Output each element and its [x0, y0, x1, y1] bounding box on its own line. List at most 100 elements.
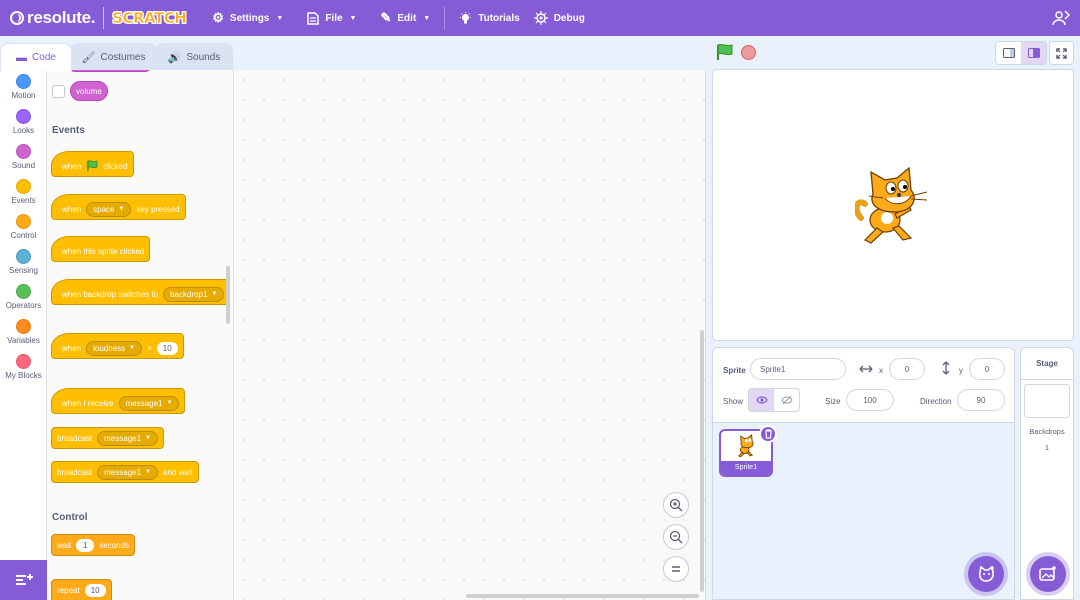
message-dropdown[interactable]: message1 ▼: [118, 395, 180, 411]
category-label: Sensing: [9, 266, 38, 275]
block-text: repeat: [57, 585, 80, 595]
when-sprite-clicked-block[interactable]: when this sprite clicked: [51, 236, 151, 262]
volume-reporter-block[interactable]: volume: [70, 81, 108, 101]
when-flag-clicked-block[interactable]: when clicked: [51, 151, 134, 177]
variables-color-icon: [16, 319, 31, 334]
when-key-pressed-block[interactable]: when space ▼ key pressed: [51, 194, 186, 220]
block-text: when: [62, 343, 82, 353]
when-backdrop-switches-block[interactable]: when backdrop switches to backdrop1 ▼: [51, 279, 231, 305]
debug-label: Debug: [553, 12, 585, 24]
brush-icon: 🖌: [81, 51, 96, 64]
y-input[interactable]: 0: [969, 358, 1005, 380]
hide-sprite-button[interactable]: [774, 389, 799, 411]
palette-scrollbar[interactable]: [226, 266, 230, 324]
choose-sprite-button[interactable]: [968, 556, 1004, 592]
tab-sounds[interactable]: 🔊 Sounds: [155, 43, 233, 70]
tab-code[interactable]: ▬ Code: [0, 43, 72, 71]
block-text: key pressed: [136, 204, 180, 214]
file-menu[interactable]: File ▼: [295, 0, 368, 36]
category-label: Operators: [5, 301, 42, 310]
backdrop-dropdown[interactable]: backdrop1 ▼: [163, 286, 225, 302]
category-looks[interactable]: Looks: [0, 109, 47, 135]
sprite-thumbnail-name: Sprite1: [721, 461, 771, 475]
fullscreen-button[interactable]: [1049, 41, 1074, 65]
zoom-in-button[interactable]: [663, 492, 689, 518]
chevron-down-icon: ▼: [423, 14, 431, 22]
wait-block[interactable]: wait 1 seconds: [51, 534, 136, 556]
account-icon[interactable]: [1052, 9, 1070, 27]
chevron-down-icon: ▼: [129, 345, 136, 351]
operators-color-icon: [16, 284, 31, 299]
category-label: Sound: [11, 161, 36, 170]
tab-sounds-label: Sounds: [186, 51, 221, 63]
repeat-input[interactable]: 10: [84, 583, 106, 597]
gear-icon: ⚙: [212, 10, 224, 25]
category-my-blocks[interactable]: My Blocks: [0, 354, 47, 380]
show-sprite-button[interactable]: [749, 389, 774, 411]
zoom-reset-button[interactable]: [663, 556, 689, 582]
add-backdrop-icon: [1039, 566, 1056, 581]
category-motion[interactable]: Motion: [0, 74, 47, 100]
loudness-dropdown[interactable]: loudness ▼: [86, 340, 143, 356]
delete-sprite-button[interactable]: [759, 425, 777, 443]
events-section-title: Events: [52, 125, 85, 136]
zoom-out-button[interactable]: [663, 524, 689, 550]
sprite-name-input[interactable]: Sprite1: [750, 358, 846, 380]
loudness-input[interactable]: 10: [156, 341, 178, 355]
extension-icon: [15, 574, 33, 585]
script-workspace[interactable]: [234, 70, 706, 600]
my-blocks-color-icon: [16, 354, 31, 369]
category-control[interactable]: Control: [0, 214, 47, 240]
green-flag-button[interactable]: [716, 44, 734, 61]
workspace-vertical-scrollbar[interactable]: [700, 330, 704, 592]
large-stage-button[interactable]: [1021, 42, 1046, 64]
dropdown-value: message1: [104, 433, 142, 443]
message-dropdown[interactable]: message1 ▼: [97, 464, 159, 480]
category-variables[interactable]: Variables: [0, 319, 47, 345]
add-extension-button[interactable]: [0, 560, 47, 600]
debug-button[interactable]: Debug: [532, 0, 597, 36]
message-dropdown[interactable]: message1 ▼: [97, 430, 159, 446]
lightbulb-icon: [460, 11, 472, 23]
key-dropdown[interactable]: space ▼: [86, 201, 132, 217]
tab-costumes[interactable]: 🖌 Costumes: [70, 43, 157, 70]
repeat-block[interactable]: repeat 10: [51, 579, 112, 600]
dropdown-value: message1: [125, 398, 163, 408]
small-stage-button[interactable]: [996, 42, 1021, 64]
broadcast-block[interactable]: broadcast message1 ▼: [51, 427, 165, 449]
size-input[interactable]: 100: [846, 389, 894, 411]
resolute-logo[interactable]: resolute.: [10, 8, 95, 28]
control-section-title: Control: [52, 512, 88, 523]
when-loudness-block[interactable]: when loudness ▼ > 10: [51, 333, 184, 359]
eye-slash-icon: [780, 395, 793, 405]
file-icon: [307, 11, 320, 25]
broadcast-and-wait-block[interactable]: broadcast message1 ▼ and wait: [51, 461, 199, 483]
x-input[interactable]: 0: [889, 358, 925, 380]
stop-button[interactable]: [741, 45, 756, 60]
category-events[interactable]: Events: [0, 179, 47, 205]
chevron-down-icon: ▼: [276, 14, 284, 22]
stage-thumbnail[interactable]: [1024, 384, 1070, 418]
volume-checkbox[interactable]: [52, 85, 65, 98]
choose-backdrop-button[interactable]: [1030, 556, 1066, 592]
edit-menu[interactable]: ✎ Edit ▼: [368, 0, 442, 36]
tutorials-button[interactable]: Tutorials: [447, 0, 531, 36]
vertical-arrows-icon: [942, 361, 950, 375]
wait-input[interactable]: 1: [76, 538, 95, 552]
scratch-logo[interactable]: SCRATCH: [112, 9, 187, 28]
small-stage-icon: [1002, 48, 1015, 58]
sound-block-partial[interactable]: [69, 70, 151, 72]
zoom-out-icon: [669, 530, 683, 544]
category-sensing[interactable]: Sensing: [0, 249, 47, 275]
resolute-logo-icon: [10, 11, 24, 25]
stage-canvas[interactable]: [712, 69, 1074, 341]
block-palette: volume Events when clicked when space ▼ k…: [47, 70, 234, 600]
direction-input[interactable]: 90: [957, 389, 1005, 411]
sprite-cat-icon[interactable]: [855, 166, 931, 246]
category-operators[interactable]: Operators: [0, 284, 47, 310]
when-i-receive-block[interactable]: when I receive message1 ▼: [51, 388, 186, 414]
workspace-horizontal-scrollbar[interactable]: [466, 594, 699, 598]
settings-menu[interactable]: ⚙ Settings ▼: [200, 0, 295, 36]
stage-size-toggle: [995, 41, 1047, 65]
category-sound[interactable]: Sound: [0, 144, 47, 170]
